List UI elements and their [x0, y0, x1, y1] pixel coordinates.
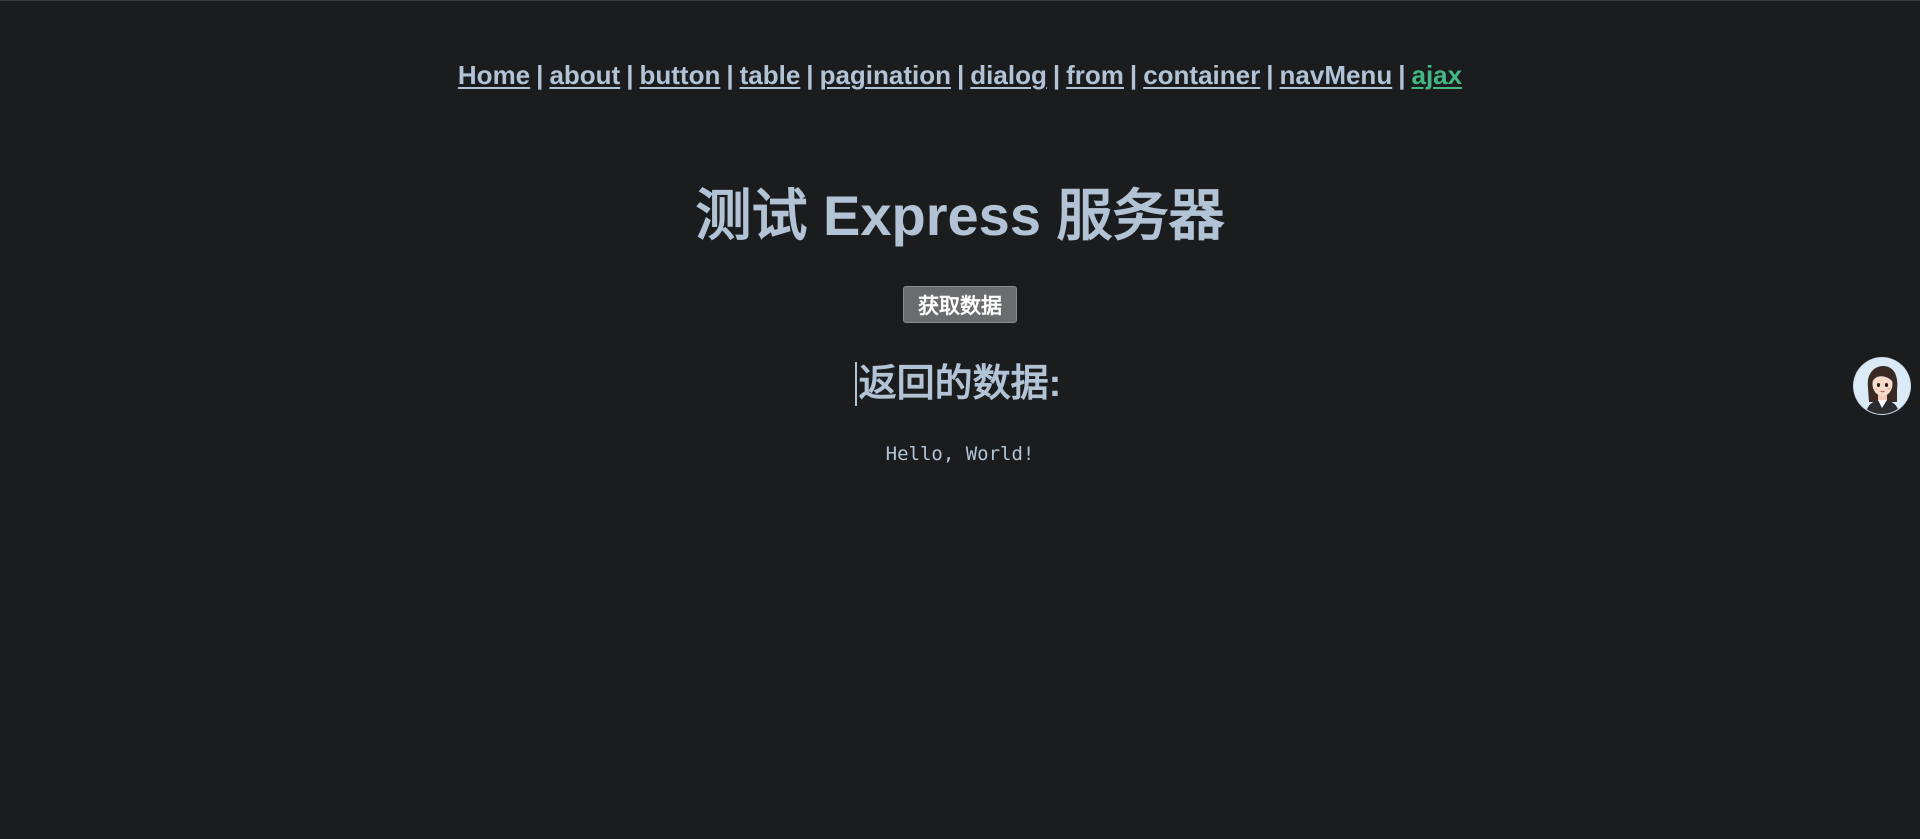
page-title: 测试 Express 服务器: [695, 184, 1225, 247]
nav-menu: Home | about | button | table | pagination | dialo…: [0, 60, 1920, 91]
result-heading: 返回的数据:: [858, 363, 1062, 405]
nav-separator: |: [806, 60, 814, 90]
avatar-icon: [1854, 358, 1910, 414]
nav-link-navmenu[interactable]: navMenu: [1280, 60, 1393, 90]
fetch-data-button[interactable]: 获取数据: [903, 286, 1017, 323]
nav-link-dialog[interactable]: dialog: [970, 60, 1047, 90]
nav-separator: |: [1398, 60, 1406, 90]
nav-separator: |: [626, 60, 634, 90]
text-caret: [855, 362, 857, 406]
nav-link-ajax[interactable]: ajax: [1411, 60, 1462, 90]
nav-link-button[interactable]: button: [639, 60, 720, 90]
nav-separator: |: [1266, 60, 1274, 90]
nav-link-pagination[interactable]: pagination: [820, 60, 951, 90]
nav-link-container[interactable]: container: [1143, 60, 1260, 90]
top-border: [0, 0, 1920, 1]
nav-separator: |: [1129, 60, 1138, 90]
nav-link-home[interactable]: Home: [458, 60, 530, 90]
nav-link-about[interactable]: about: [549, 60, 620, 90]
nav-separator: |: [1052, 60, 1061, 90]
result-data: Hello, World!: [885, 443, 1035, 465]
assistant-avatar[interactable]: [1854, 358, 1910, 414]
nav-separator: |: [726, 60, 734, 90]
nav-link-from[interactable]: from: [1066, 60, 1124, 90]
nav-separator: |: [957, 60, 965, 90]
nav-link-table[interactable]: table: [740, 60, 801, 90]
nav-separator: |: [536, 60, 544, 90]
